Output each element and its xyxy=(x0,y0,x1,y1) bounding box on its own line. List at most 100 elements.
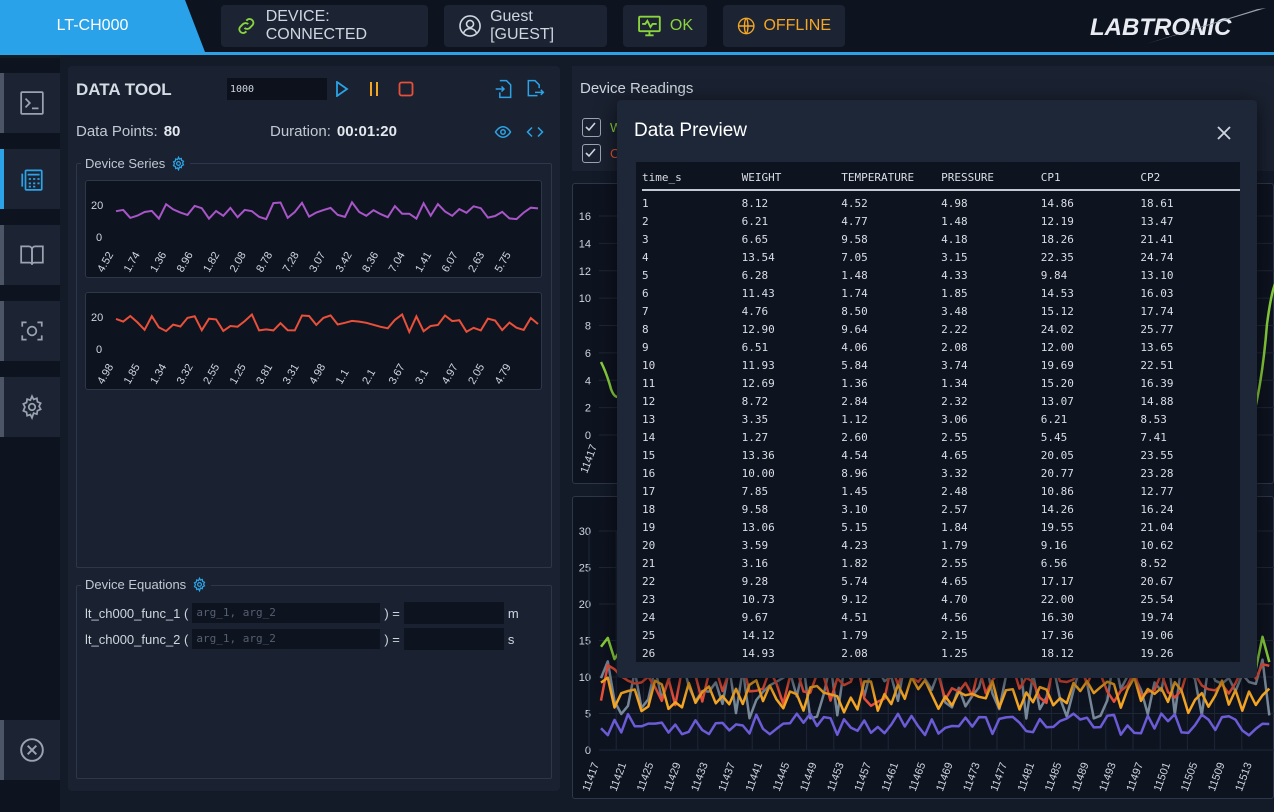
table-cell: 4.76 xyxy=(741,304,769,318)
y-tick-label: 12 xyxy=(579,266,591,278)
table-row: 1 8.12 4.52 4.98 14.86 18.61 xyxy=(642,190,1240,212)
table-cell: 11.93 xyxy=(741,358,775,372)
table-row: 20 3.59 4.23 1.79 9.16 10.62 xyxy=(642,536,1240,554)
x-tick-label: 1.34 xyxy=(148,362,169,387)
table-cell: 1.45 xyxy=(841,484,868,498)
table-cell: 5.15 xyxy=(841,520,868,534)
device-tab[interactable]: LT-CH000 xyxy=(0,0,205,52)
data-points-label: Data Points: xyxy=(76,123,158,140)
x-tick-label: 3.07 xyxy=(307,250,328,275)
table-cell: 2.08 xyxy=(941,340,968,354)
table-cell: 19.74 xyxy=(1140,610,1174,624)
globe-icon xyxy=(737,17,755,35)
column-header[interactable]: WEIGHT xyxy=(741,166,842,191)
sidebar-item-docs[interactable] xyxy=(0,225,60,285)
x-tick-label: 7.04 xyxy=(387,250,408,275)
table-cell: 19.06 xyxy=(1140,628,1174,642)
pause-icon xyxy=(370,82,378,96)
close-button[interactable] xyxy=(1213,122,1235,144)
table-row: 14 1.27 2.60 2.55 5.45 7.41 xyxy=(642,428,1240,446)
table-cell: 1.85 xyxy=(941,286,968,300)
stop-button[interactable] xyxy=(396,79,416,99)
export-button[interactable] xyxy=(524,78,546,100)
table-cell: 6 xyxy=(642,286,649,300)
equation-result xyxy=(403,628,504,650)
table-cell: 4.70 xyxy=(941,592,968,606)
column-header[interactable]: TEMPERATURE xyxy=(841,166,942,191)
table-row: 26 14.93 2.08 1.25 18.12 19.26 xyxy=(642,644,1240,662)
x-tick-label: 11449 xyxy=(798,761,819,793)
sidebar-item-close[interactable] xyxy=(0,720,60,780)
duration-label: Duration: xyxy=(270,123,331,140)
table-cell: 13.07 xyxy=(1040,394,1074,408)
table-cell: 26 xyxy=(642,646,656,660)
sidebar-item-terminal[interactable] xyxy=(0,73,60,133)
pause-button[interactable] xyxy=(366,79,382,99)
table-row: 11 12.69 1.36 1.34 15.20 16.39 xyxy=(642,374,1240,392)
user-button[interactable]: Guest [GUEST] xyxy=(444,5,607,47)
equation-name: lt_ch000_func_1 ( xyxy=(85,605,189,621)
book-icon xyxy=(20,245,44,265)
preview-button[interactable] xyxy=(493,122,513,142)
equation-args-input[interactable]: arg_1, arg_2 xyxy=(191,602,382,624)
table-cell: 1.34 xyxy=(941,376,968,390)
column-header[interactable]: time_s xyxy=(642,166,742,191)
table-cell: 2.55 xyxy=(941,430,968,444)
reading-checkbox-1[interactable] xyxy=(582,118,601,137)
terminal-icon xyxy=(20,91,44,115)
import-button[interactable] xyxy=(493,78,515,100)
device-series-title: Device Series xyxy=(81,156,191,171)
table-cell: 1.79 xyxy=(941,538,968,552)
device-equations-label: Device Equations xyxy=(85,577,187,592)
x-tick-label: 1.82 xyxy=(201,250,222,275)
table-cell: 8.52 xyxy=(1140,556,1167,570)
table-cell: 13.54 xyxy=(741,250,775,264)
sample-rate-input[interactable]: 1000 xyxy=(227,78,327,100)
play-button[interactable] xyxy=(334,79,350,99)
data-points-value: 80 xyxy=(163,123,181,140)
x-tick-label: 11481 xyxy=(1016,761,1037,793)
x-tick-label: 4.52 xyxy=(95,250,116,275)
reading-checkbox-2[interactable] xyxy=(582,144,601,163)
y-tick-label: 16 xyxy=(579,211,591,223)
equation-name: lt_ch000_func_2 ( xyxy=(85,631,189,647)
column-header[interactable]: CP1 xyxy=(1040,166,1141,191)
x-tick-label: 11501 xyxy=(1152,761,1173,793)
sidebar-item-data-tool[interactable] xyxy=(0,149,60,209)
sidebar-item-settings[interactable] xyxy=(0,377,60,437)
table-cell: 3 xyxy=(642,232,649,246)
table-cell: 6.51 xyxy=(741,340,769,354)
table-cell: 12.00 xyxy=(1040,340,1074,354)
equation-row: lt_ch000_func_1 ( arg_1, arg_2 ) = m xyxy=(85,602,519,624)
table-cell: 4.51 xyxy=(841,610,868,624)
code-button[interactable] xyxy=(525,122,545,142)
y-tick-label: 0 xyxy=(96,344,102,356)
x-tick-label: 11469 xyxy=(934,761,955,793)
gear-icon xyxy=(22,394,42,420)
table-cell: 8.12 xyxy=(741,197,769,210)
equation-result xyxy=(403,602,504,624)
y-tick-label: 0 xyxy=(96,232,102,244)
table-cell: 23.28 xyxy=(1140,466,1174,480)
gear-icon[interactable] xyxy=(192,577,207,592)
table-cell: 7.85 xyxy=(741,484,769,498)
table-cell: 24 xyxy=(642,610,656,624)
network-button[interactable]: OFFLINE xyxy=(723,5,845,47)
x-tick-label: 2.63 xyxy=(466,250,487,275)
code-icon xyxy=(526,126,544,138)
sidebar-item-capture[interactable] xyxy=(0,301,60,361)
connection-button[interactable]: DEVICE: CONNECTED xyxy=(221,5,428,47)
column-header[interactable]: CP2 xyxy=(1140,166,1240,191)
x-tick-label: 4.98 xyxy=(307,362,328,387)
table-cell: 8.96 xyxy=(841,466,868,480)
gear-icon[interactable] xyxy=(171,156,186,171)
equation-args-input[interactable]: arg_1, arg_2 xyxy=(191,628,382,650)
status-button[interactable]: OK xyxy=(623,5,707,47)
table-cell: 22 xyxy=(642,574,656,588)
x-tick-label: 11417 xyxy=(581,761,602,793)
column-header[interactable]: PRESSURE xyxy=(941,166,1041,191)
table-cell: 2.22 xyxy=(941,322,968,336)
table-row: 22 9.28 5.74 4.65 17.17 20.67 xyxy=(642,572,1240,590)
table-cell: 2.15 xyxy=(941,628,968,642)
table-cell: 13.36 xyxy=(741,448,775,462)
